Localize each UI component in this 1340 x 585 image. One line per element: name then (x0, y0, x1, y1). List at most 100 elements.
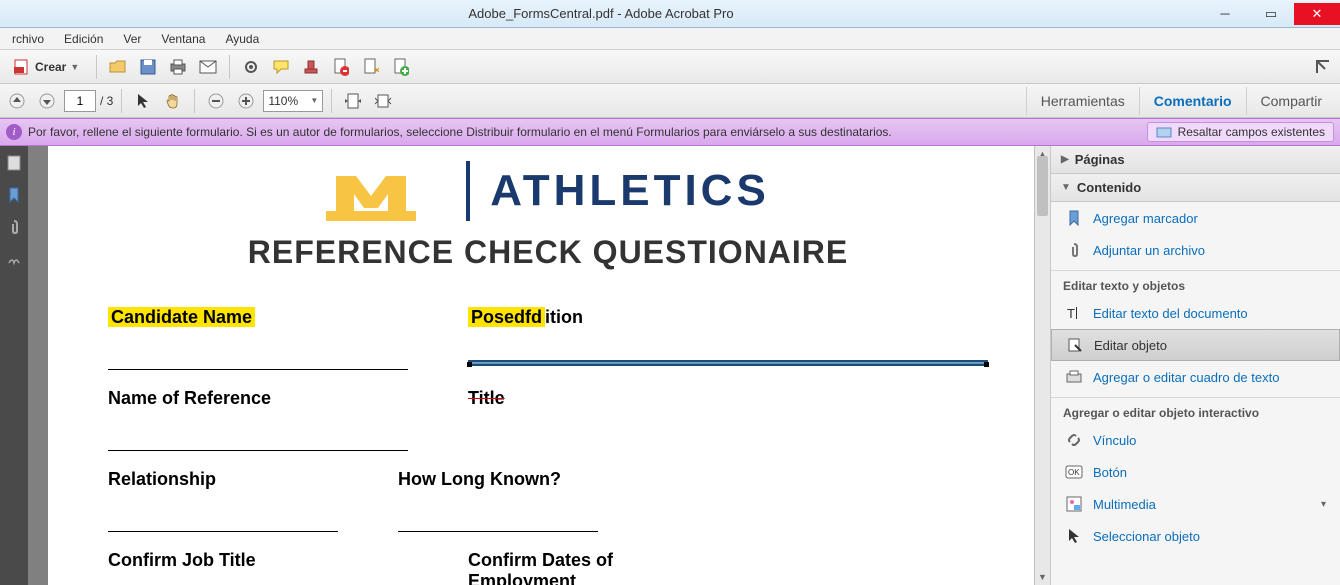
zoom-select[interactable]: 110% ▼ (263, 90, 323, 112)
menu-edicion[interactable]: Edición (54, 30, 113, 48)
page-insert-icon (393, 58, 409, 76)
thumbnails-rail-button[interactable] (3, 152, 25, 174)
create-label: Crear (35, 60, 66, 74)
select-object-item[interactable]: Seleccionar objeto (1051, 520, 1340, 552)
hand-tool-button[interactable] (160, 88, 186, 114)
arrow-up-icon (9, 93, 25, 109)
button-item[interactable]: OK Botón (1051, 456, 1340, 488)
bookmark-icon (1065, 209, 1083, 227)
field-title-label: Title (468, 388, 505, 408)
minus-circle-icon (208, 93, 224, 109)
pages-label: Páginas (1075, 152, 1125, 167)
open-button[interactable] (105, 54, 131, 80)
main-toolbar: Crear ▼ (0, 50, 1340, 84)
add-textbox-label: Agregar o editar cuadro de texto (1093, 370, 1279, 385)
extract-page-button[interactable] (358, 54, 384, 80)
edit-document-text-label: Editar texto del documento (1093, 306, 1248, 321)
cursor-icon (136, 93, 150, 109)
document-title: REFERENCE CHECK QUESTIONAIRE (108, 234, 988, 271)
expand-icon (1316, 60, 1330, 74)
edit-text-objects-header: Editar texto y objetos (1051, 270, 1340, 297)
comment-tool-button[interactable] (268, 54, 294, 80)
page-up-button[interactable] (4, 88, 30, 114)
add-textbox-item[interactable]: Agregar o editar cuadro de texto (1051, 361, 1340, 393)
add-bookmark-label: Agregar marcador (1093, 211, 1198, 226)
page-extract-icon (363, 58, 379, 76)
fit-width-icon (374, 93, 392, 109)
field-howlong-label: How Long Known? (398, 469, 561, 489)
gear-icon (243, 59, 259, 75)
pages-accordion-header[interactable]: ▶ Páginas (1051, 146, 1340, 174)
page-down-button[interactable] (34, 88, 60, 114)
link-item[interactable]: Vínculo (1051, 424, 1340, 456)
field-candidate-name-label: Candidate Name (108, 307, 255, 327)
menu-ventana[interactable]: Ventana (151, 30, 215, 48)
menu-archivo[interactable]: rchivo (2, 30, 54, 48)
edit-object-label: Editar objeto (1094, 338, 1167, 353)
save-button[interactable] (135, 54, 161, 80)
comment-tab[interactable]: Comentario (1139, 87, 1246, 115)
content-accordion-header[interactable]: ▼ Contenido (1051, 174, 1340, 202)
info-icon: i (6, 124, 22, 140)
highlight-fields-button[interactable]: Resaltar campos existentes (1147, 122, 1334, 142)
pdf-page[interactable]: ATHLETICS REFERENCE CHECK QUESTIONAIRE C… (48, 146, 1034, 585)
bookmarks-rail-button[interactable] (3, 184, 25, 206)
minimize-button[interactable]: ─ (1202, 3, 1248, 25)
attach-file-item[interactable]: Adjuntar un archivo (1051, 234, 1340, 266)
select-object-label: Seleccionar objeto (1093, 529, 1200, 544)
michigan-m-logo (326, 156, 446, 226)
page-count-label: / 3 (100, 94, 113, 108)
select-tool-button[interactable] (130, 88, 156, 114)
plus-circle-icon (238, 93, 254, 109)
edit-document-text-item[interactable]: T Editar texto del documento (1051, 297, 1340, 329)
scrollbar-thumb[interactable] (1037, 156, 1048, 216)
maximize-button[interactable]: ▭ (1248, 3, 1294, 25)
stamp-button[interactable] (298, 54, 324, 80)
scroll-down-icon[interactable]: ▼ (1035, 569, 1050, 585)
edit-object-item[interactable]: Editar objeto (1051, 329, 1340, 361)
menu-ver[interactable]: Ver (113, 30, 151, 48)
insert-page-button[interactable] (388, 54, 414, 80)
field-position-label: Posedfdition (468, 307, 583, 327)
add-interactive-header: Agregar o editar objeto interactivo (1051, 397, 1340, 424)
field-relationship-label: Relationship (108, 469, 216, 489)
menu-bar: rchivo Edición Ver Ventana Ayuda (0, 28, 1340, 50)
expand-toolbar-button[interactable] (1310, 54, 1336, 80)
multimedia-item[interactable]: Multimedia ▾ (1051, 488, 1340, 520)
paperclip-icon (1065, 241, 1083, 259)
menu-ayuda[interactable]: Ayuda (215, 30, 269, 48)
page-number-input[interactable] (64, 90, 96, 112)
create-button[interactable]: Crear ▼ (4, 54, 88, 80)
fit-width-button[interactable] (370, 88, 396, 114)
info-message: Por favor, rellene el siguiente formular… (28, 125, 892, 139)
form-info-bar: i Por favor, rellene el siguiente formul… (0, 118, 1340, 146)
dropdown-icon: ▼ (70, 62, 79, 72)
vertical-scrollbar[interactable]: ▲ ▼ (1034, 146, 1050, 585)
selected-object-handle[interactable] (468, 360, 988, 366)
folder-open-icon (109, 59, 127, 75)
left-nav-rail (0, 146, 28, 585)
fit-page-button[interactable] (340, 88, 366, 114)
document-area: ATHLETICS REFERENCE CHECK QUESTIONAIRE C… (28, 146, 1050, 585)
window-title: Adobe_FormsCentral.pdf - Adobe Acrobat P… (0, 6, 1202, 21)
delete-page-button[interactable] (328, 54, 354, 80)
print-button[interactable] (165, 54, 191, 80)
tools-tab[interactable]: Herramientas (1026, 87, 1139, 115)
share-tab[interactable]: Compartir (1246, 87, 1336, 115)
typewriter-icon (1065, 368, 1083, 386)
signature-icon (7, 251, 21, 267)
zoom-in-button[interactable] (233, 88, 259, 114)
add-bookmark-item[interactable]: Agregar marcador (1051, 202, 1340, 234)
field-dates-label-2: Employment (468, 571, 988, 585)
settings-button[interactable] (238, 54, 264, 80)
signatures-rail-button[interactable] (3, 248, 25, 270)
attachment-icon (7, 219, 21, 235)
mail-button[interactable] (195, 54, 221, 80)
comment-bubble-icon (272, 59, 290, 75)
close-button[interactable]: ✕ (1294, 3, 1340, 25)
save-icon (140, 59, 156, 75)
field-jobtitle-label: Confirm Job Title (108, 550, 256, 570)
navigation-toolbar: / 3 110% ▼ Herramientas Comentario Compa… (0, 84, 1340, 118)
zoom-out-button[interactable] (203, 88, 229, 114)
attachments-rail-button[interactable] (3, 216, 25, 238)
